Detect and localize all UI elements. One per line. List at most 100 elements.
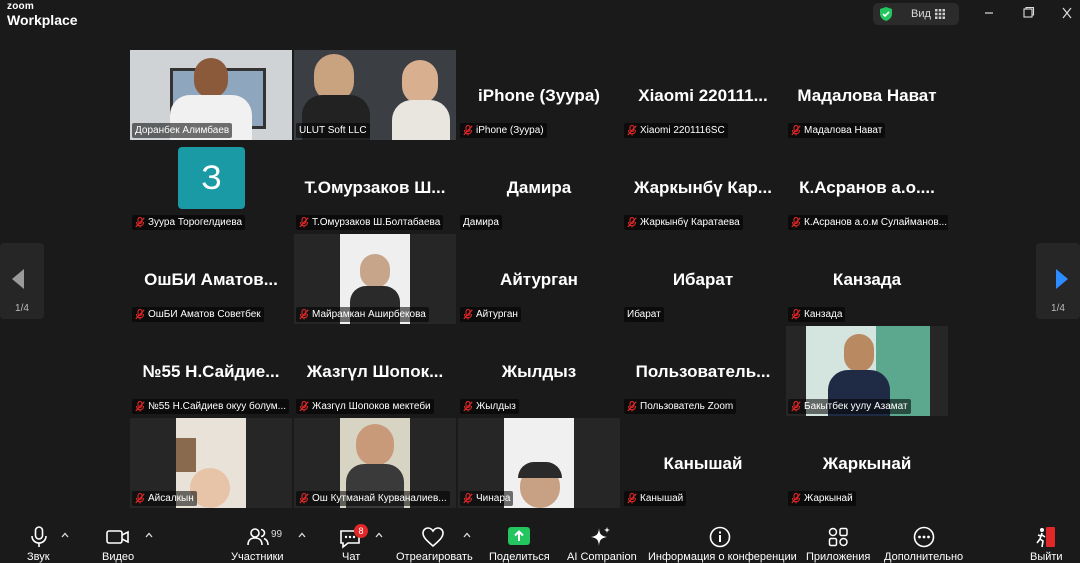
participant-name: Жаркынбү Каратаева: [640, 217, 740, 228]
info-icon: [709, 526, 731, 548]
participant-tile[interactable]: Мадалова Нават Мадалова Нават: [786, 50, 948, 140]
participant-tile[interactable]: ULUT Soft LLC: [294, 50, 456, 140]
participant-display-name: Жаркынай: [822, 454, 912, 473]
participant-tile[interactable]: Айтурган Айтурган: [458, 234, 620, 324]
participant-name-tag: Ибарат: [624, 307, 664, 322]
participant-name-tag: Xiaomi 2201116SC: [624, 123, 728, 138]
participant-tile[interactable]: Дамира Дамира: [458, 142, 620, 232]
muted-mic-icon: [627, 217, 637, 228]
participant-name-tag: ULUT Soft LLC: [296, 123, 370, 138]
participant-avatar: З: [178, 147, 245, 209]
participant-name: Зуура Торогелдиева: [148, 217, 243, 228]
participant-name-tag: Бакытбек уулу Азамат: [788, 399, 911, 414]
participant-tile[interactable]: Ош Кутманай Курваналиев...: [294, 418, 456, 508]
close-icon[interactable]: [1057, 5, 1077, 21]
participant-display-name: Жаркынбү Кар...: [634, 178, 772, 197]
audio-button[interactable]: Звук: [20, 518, 60, 563]
video-button[interactable]: Видео: [100, 518, 140, 563]
participant-name: ULUT Soft LLC: [299, 125, 367, 136]
ai-companion-button[interactable]: AI Companion: [566, 518, 637, 563]
audio-options-chevron-up-icon[interactable]: [61, 532, 69, 538]
minimize-icon[interactable]: [979, 5, 999, 21]
heart-icon: [422, 527, 444, 548]
more-button[interactable]: Дополнительно: [884, 518, 964, 563]
view-button[interactable]: Вид: [873, 3, 959, 25]
leave-label: Выйти: [1030, 551, 1063, 563]
participant-tile[interactable]: Т.Омурзаков Ш... Т.Омурзаков Ш.Болтабаева: [294, 142, 456, 232]
muted-mic-icon: [135, 493, 145, 504]
next-page-button[interactable]: 1/4: [1036, 243, 1080, 319]
participant-name-tag: Пользователь Zoom: [624, 399, 737, 414]
participant-display-name: Жазгүл Шопок...: [306, 362, 444, 381]
participant-tile[interactable]: Доранбек Алимбаев: [130, 50, 292, 140]
chevron-left-icon: [12, 269, 24, 289]
participant-tile[interactable]: iPhone (Зуура) iPhone (Зуура): [458, 50, 620, 140]
chat-options-chevron-up-icon[interactable]: [375, 532, 383, 538]
participant-tile[interactable]: Жазгүл Шопок... Жазгүл Шопоков мектеби: [294, 326, 456, 416]
participant-tile[interactable]: Канзада Канзада: [786, 234, 948, 324]
participant-name-tag: Жаркынай: [788, 491, 856, 506]
participants-count: 99: [271, 529, 283, 540]
participant-tile[interactable]: №55 Н.Сайдие... №55 Н.Сайдиев окуу болум.…: [130, 326, 292, 416]
participant-name-tag: Жазгүл Шопоков мектеби: [296, 399, 434, 414]
participant-name: Майрамкан Аширбекова: [312, 309, 426, 320]
participant-tile[interactable]: Xiaomi 220111... Xiaomi 2201116SC: [622, 50, 784, 140]
participant-name: К.Асранов а.о.м Сулайманов...: [804, 217, 948, 228]
participant-display-name: ОшБИ Аматов...: [144, 270, 278, 289]
muted-mic-icon: [627, 401, 637, 412]
share-button[interactable]: Поделиться: [489, 518, 550, 563]
participant-name-tag: Канзада: [788, 307, 846, 322]
participant-name-tag: Майрамкан Аширбекова: [296, 307, 429, 322]
participant-tile[interactable]: Жаркынбү Кар... Жаркынбү Каратаева: [622, 142, 784, 232]
more-icon: [913, 526, 935, 548]
participant-display-name: Xiaomi 220111...: [638, 86, 768, 105]
participant-name: iPhone (Зуура): [476, 125, 544, 136]
react-label: Отреагировать: [396, 551, 473, 563]
brand-bottom: Workplace: [7, 12, 78, 28]
muted-mic-icon: [463, 493, 473, 504]
participant-tile[interactable]: Канышай Канышай: [622, 418, 784, 508]
participants-options-chevron-up-icon[interactable]: [298, 532, 306, 538]
participant-tile[interactable]: Пользователь... Пользователь Zoom: [622, 326, 784, 416]
participant-display-name: Дамира: [506, 178, 572, 197]
page-indicator-left: 1/4: [15, 303, 29, 314]
more-label: Дополнительно: [884, 551, 964, 563]
participant-name: Пользователь Zoom: [640, 401, 734, 412]
muted-mic-icon: [135, 309, 145, 320]
maximize-icon[interactable]: [1018, 5, 1038, 21]
participant-tile[interactable]: ОшБИ Аматов... ОшБИ Аматов Советбек: [130, 234, 292, 324]
participant-name-tag: Доранбек Алимбаев: [132, 123, 233, 138]
chevron-right-icon: [1056, 269, 1068, 289]
participant-name-tag: Айсалкын: [132, 491, 197, 506]
meeting-info-button[interactable]: Информация о конференции: [648, 518, 797, 563]
react-options-chevron-up-icon[interactable]: [463, 532, 471, 538]
participant-tile[interactable]: Жылдыз Жылдыз: [458, 326, 620, 416]
apps-icon: [828, 527, 848, 547]
share-screen-icon: [508, 527, 530, 545]
muted-mic-icon: [463, 309, 473, 320]
participant-tile[interactable]: Жаркынай Жаркынай: [786, 418, 948, 508]
participant-name-tag: Жылдыз: [460, 399, 519, 414]
participant-tile[interactable]: Ибарат Ибарат: [622, 234, 784, 324]
participant-tile[interactable]: К.Асранов а.о.... К.Асранов а.о.м Сулайма…: [786, 142, 948, 232]
participant-name: ОшБИ Аматов Советбек: [148, 309, 261, 320]
participant-tile[interactable]: Чинара: [458, 418, 620, 508]
participant-tile[interactable]: Майрамкан Аширбекова: [294, 234, 456, 324]
react-button[interactable]: Отреагировать: [395, 518, 473, 563]
participant-name: Бакытбек уулу Азамат: [804, 401, 908, 412]
apps-button[interactable]: Приложения: [806, 518, 870, 563]
participant-tile[interactable]: З Зуура Торогелдиева: [130, 142, 292, 232]
participant-tile[interactable]: Бакытбек уулу Азамат: [786, 326, 948, 416]
participant-tile[interactable]: Айсалкын: [130, 418, 292, 508]
participant-gallery: Доранбек Алимбаев ULUT Soft LLC iPhone (Зу…: [130, 50, 950, 510]
participants-button[interactable]: Участники: [230, 518, 290, 563]
prev-page-button[interactable]: 1/4: [0, 243, 44, 319]
muted-mic-icon: [627, 493, 637, 504]
participant-name-tag: Дамира: [460, 215, 502, 230]
participant-name-tag: Жаркынбү Каратаева: [624, 215, 743, 230]
muted-mic-icon: [299, 401, 309, 412]
video-options-chevron-up-icon[interactable]: [145, 532, 153, 538]
leave-button[interactable]: Выйти: [1028, 518, 1066, 563]
participant-name: Ибарат: [627, 309, 661, 320]
participant-display-name: iPhone (Зуура): [478, 86, 600, 105]
